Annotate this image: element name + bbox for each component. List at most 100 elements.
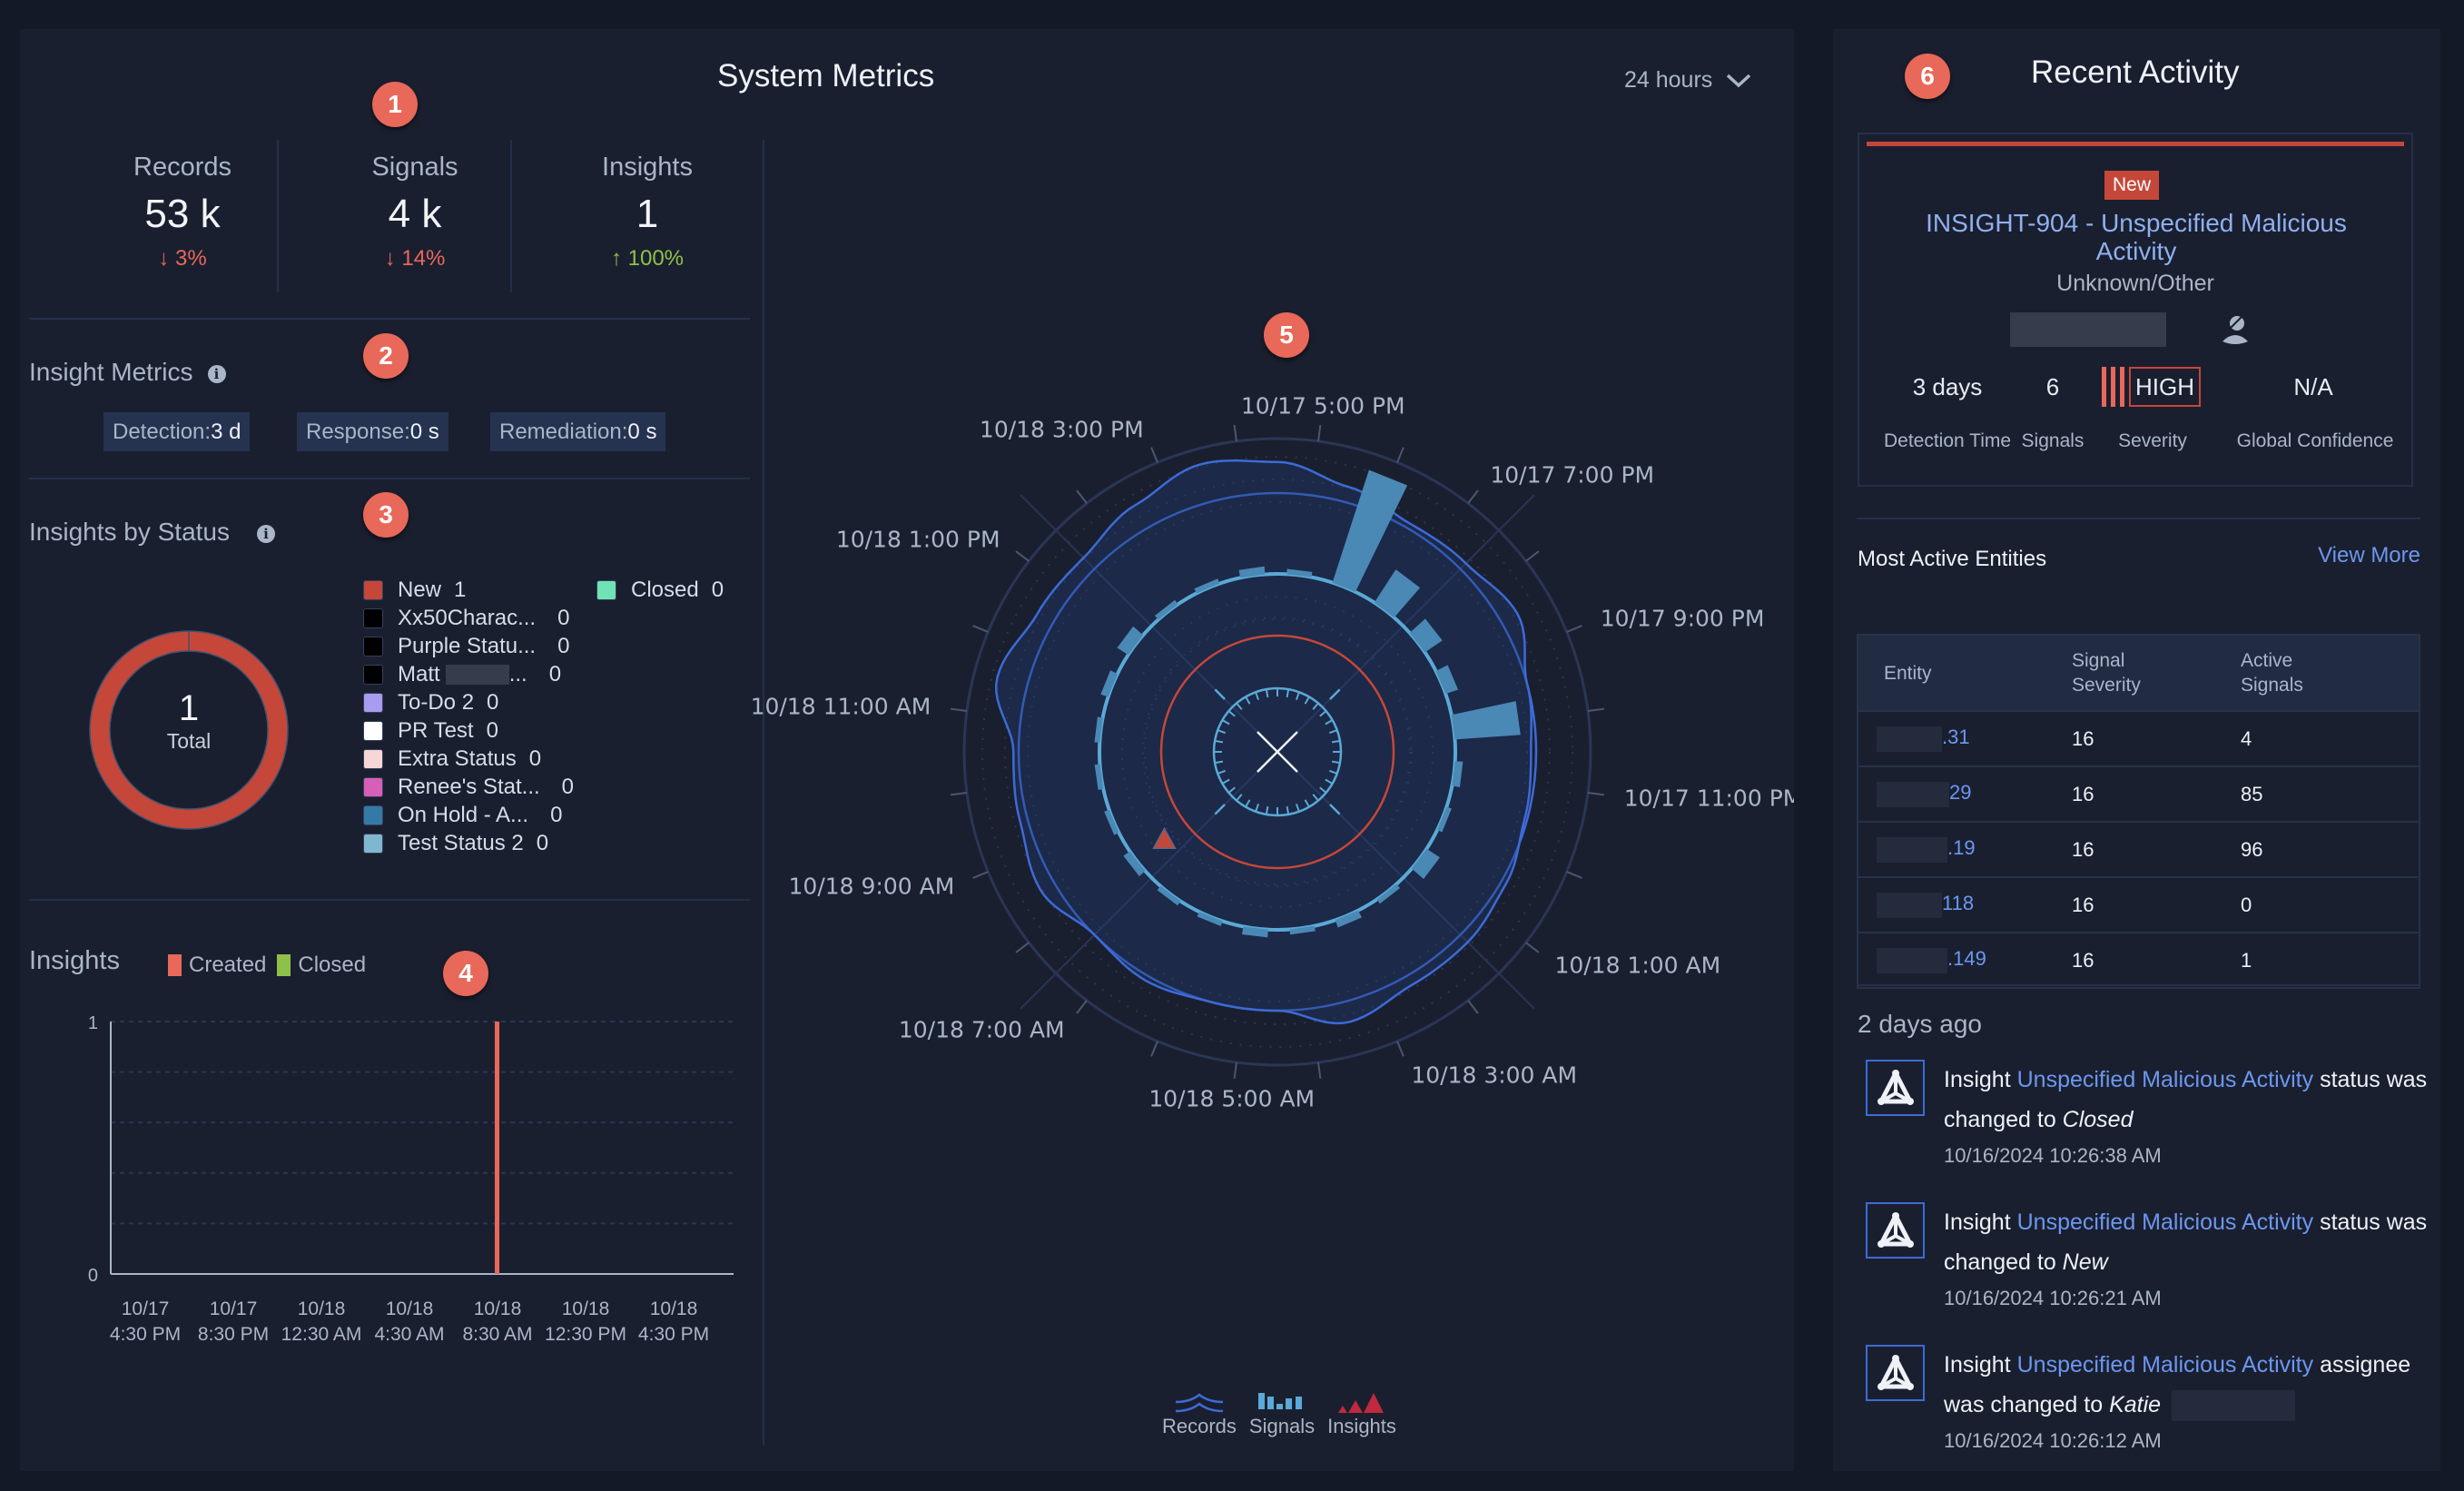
hour-tick [1015,942,1030,953]
table-row[interactable]: .31 16 4 [1858,710,2420,766]
hour-tick [1233,424,1237,442]
active-signals-cell: 0 [2241,876,2420,933]
severity-value: HIGH [2129,367,2201,407]
entity-link[interactable]: .19 [1947,836,1976,859]
entity-cell: 29 [1858,765,2072,822]
hour-tick [1150,1041,1158,1057]
signals-bars-icon [1258,1393,1302,1409]
activity-insight-link[interactable]: Unspecified Malicious Activity [2017,1067,2314,1092]
column-header-active-signals[interactable]: Active Signals [2241,635,2420,711]
table-row[interactable]: 118 16 0 [1858,876,2420,933]
active-signals-cell: 96 [2241,821,2420,877]
system-metrics-panel: System Metrics 24 hours 1 Records 53 k ↓… [20,29,1794,1471]
activity-target: Katie [2109,1392,2162,1417]
insight-subtitle: Unknown/Other [2056,271,2214,296]
hour-tick [1525,942,1540,953]
signal-severity-cell: 16 [2072,765,2241,822]
insight-activity-icon [1866,1202,1925,1259]
column-header-label: Signal Severity [2072,650,2141,696]
redacted-entity [1877,726,1942,752]
legend-label: Insights [1327,1415,1396,1437]
global-confidence-value: N/A [2293,373,2333,400]
hour-tick [1566,871,1582,879]
radial-activity-chart: 10/17 5:00 PM 10/17 7:00 PM 10/17 9:00 PM 1… [751,392,1794,1112]
hour-tick [1396,1041,1404,1057]
signal-severity-cell: 16 [2072,876,2241,933]
signals-label: Signals [2021,430,2085,451]
entity-cell: .31 [1858,710,2072,766]
severity-label: Severity [2118,430,2187,451]
signals-value: 6 [2045,373,2060,400]
legend-signals[interactable]: Signals [1249,1391,1315,1438]
section-divider [1857,984,2420,986]
activity-timestamp: 10/16/2024 10:26:38 AM [1944,1144,2162,1167]
column-header-label: Active Signals [2241,650,2303,696]
time-label: 10/18 7:00 AM [899,1016,1065,1042]
hour-tick [1566,625,1582,633]
hour-tick [1015,550,1030,562]
legend-records[interactable]: Records [1162,1391,1237,1438]
redacted-assignee [2010,312,2166,347]
table-row[interactable]: .149 16 1 [1858,932,2420,988]
entity-cell: .19 [1858,821,2072,877]
hour-tick [1587,792,1605,796]
activity-prefix: Insight [1944,1210,2017,1235]
redacted-entity [1877,781,1949,807]
activity-insight-link[interactable]: Unspecified Malicious Activity [2017,1352,2314,1377]
time-label: 10/18 1:00 PM [836,527,1000,553]
activity-text: Insight Unspecified Malicious Activity a… [1944,1345,2434,1457]
time-label: 10/17 7:00 PM [1490,462,1654,489]
entity-link[interactable]: .31 [1942,726,1970,748]
active-signals-cell: 4 [2241,710,2420,766]
insights-triangles-icon [1337,1393,1384,1413]
severity-bars-icon [2102,367,2124,407]
time-label: 10/17 11:00 PM [1624,785,1794,811]
activity-insight-link[interactable]: Unspecified Malicious Activity [2017,1210,2314,1235]
time-label: 10/18 3:00 PM [980,416,1144,442]
hour-tick [1317,424,1322,442]
legend-insights[interactable]: Insights [1327,1391,1396,1438]
hour-tick [950,707,968,712]
records-wave[interactable] [995,459,1533,1025]
table-row[interactable]: .19 16 96 [1858,821,2420,877]
detection-time-label: Detection Time [1883,430,2012,451]
detection-time-value: 3 days [1912,373,1983,400]
insight-activity-icon [1866,1345,1925,1401]
entity-link[interactable]: .149 [1947,947,1986,970]
insight-activity-icon [1866,1060,1925,1116]
signal-severity-cell: 16 [2072,821,2241,877]
active-signals-cell: 1 [2241,932,2420,988]
redacted-entity [1877,836,1947,863]
hour-tick [1076,1000,1088,1014]
marker-6: 6 [1905,54,1950,99]
hour-tick [950,792,968,796]
insight-title-link[interactable]: INSIGHT-904 - Unspecified Malicious Acti… [1896,209,2377,265]
recent-activity-title: Recent Activity [2031,54,2240,90]
severity-bar [1867,142,2404,146]
active-signals-cell: 85 [2241,765,2420,822]
view-more-link[interactable]: View More [2318,543,2420,568]
activity-prefix: Insight [1944,1352,2017,1377]
table-header-row: Entity Signal Severity Active Signals [1858,635,2420,711]
column-header-entity[interactable]: Entity [1858,635,2072,711]
entity-link[interactable]: 29 [1949,781,1971,804]
time-label: 10/18 5:00 AM [1148,1086,1315,1112]
timeline-header: 2 days ago [1858,1010,1982,1038]
records-wave-icon [1175,1393,1223,1413]
entity-cell: 118 [1858,876,2072,933]
hour-tick [972,871,989,879]
assignee-user-icon[interactable] [2221,312,2250,347]
radial-legend: Records Signals Insights [1162,1391,1396,1438]
time-label: 10/18 3:00 AM [1411,1062,1577,1089]
insight-card[interactable]: New INSIGHT-904 - Unspecified Malicious … [1858,133,2413,487]
activity-text: Insight Unspecified Malicious Activity s… [1944,1202,2434,1315]
hour-tick [1467,1000,1479,1014]
global-confidence-label: Global Confidence [2236,430,2394,451]
entity-link[interactable]: 118 [1942,892,1974,914]
time-label: 10/18 11:00 AM [751,694,931,720]
status-badge: New [2104,171,2160,200]
activity-timestamp: 10/16/2024 10:26:12 AM [1944,1429,2162,1452]
table-row[interactable]: 29 16 85 [1858,765,2420,822]
column-header-signal-severity[interactable]: Signal Severity [2072,635,2241,711]
hour-tick [1467,489,1479,504]
